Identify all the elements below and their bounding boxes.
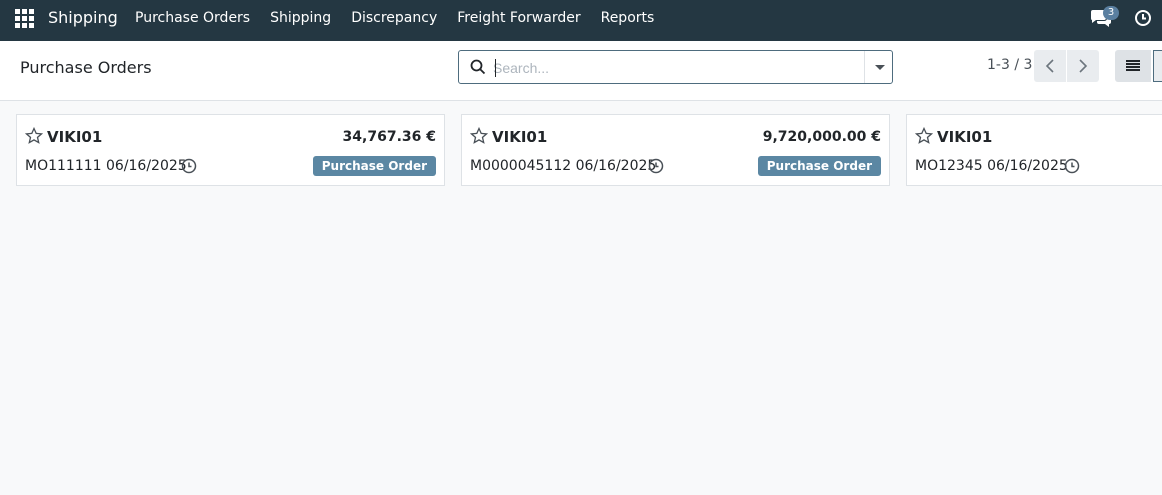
text-cursor [495, 59, 496, 77]
activity-clock-icon[interactable] [181, 158, 197, 174]
card-reference: MO111111 06/16/2025 [25, 158, 187, 174]
card-reference: MO12345 06/16/2025 [915, 158, 1068, 174]
clock-icon[interactable] [1134, 9, 1152, 27]
pager-previous-button[interactable] [1034, 50, 1066, 82]
search-input[interactable] [493, 57, 853, 79]
activity-clock-icon[interactable] [1064, 158, 1080, 174]
apps-grid-icon[interactable] [15, 9, 34, 28]
menu-item-reports[interactable]: Reports [591, 0, 665, 41]
kanban-card[interactable]: VIKI01 MO12345 06/16/2025 [906, 114, 1162, 186]
card-partner: VIKI01 [492, 128, 548, 146]
search-icon [470, 59, 486, 75]
menu-item-purchase-orders[interactable]: Purchase Orders [125, 0, 260, 41]
pager-value[interactable]: 1-3 / 3 [987, 57, 1032, 73]
kanban-view-button[interactable] [1153, 50, 1162, 82]
kanban-card[interactable]: VIKI01 9,720,000.00 € M0000045112 06/16/… [461, 114, 890, 186]
status-badge: Purchase Order [312, 156, 436, 176]
chevron-left-icon [1045, 59, 1054, 73]
card-partner: VIKI01 [47, 128, 103, 146]
list-view-button[interactable] [1115, 50, 1151, 82]
main-menu: Purchase Orders Shipping Discrepancy Fre… [125, 0, 664, 41]
card-amount: 34,767.36 € [342, 129, 436, 145]
chevron-right-icon [1079, 59, 1088, 73]
card-partner: VIKI01 [937, 128, 993, 146]
top-navbar: Shipping Purchase Orders Shipping Discre… [0, 0, 1162, 41]
pager-next-button[interactable] [1067, 50, 1099, 82]
star-icon[interactable] [470, 127, 488, 145]
menu-item-shipping[interactable]: Shipping [260, 0, 341, 41]
status-badge: Purchase Order [757, 156, 881, 176]
activity-clock-icon[interactable] [648, 158, 664, 174]
card-amount: 9,720,000.00 € [762, 129, 881, 145]
search-options-toggle[interactable] [864, 51, 893, 83]
star-icon[interactable] [25, 127, 43, 145]
chat-count-badge: 3 [1103, 6, 1119, 20]
card-reference: M0000045112 06/16/2025 [470, 158, 657, 174]
page-title: Purchase Orders [20, 58, 152, 77]
app-name[interactable]: Shipping [48, 8, 118, 27]
control-panel: Purchase Orders 1-3 / 3 [0, 41, 1162, 101]
search-box[interactable] [458, 50, 893, 84]
list-icon [1126, 60, 1140, 72]
star-icon[interactable] [915, 127, 933, 145]
menu-item-freight-forwarder[interactable]: Freight Forwarder [447, 0, 590, 41]
kanban-card[interactable]: VIKI01 34,767.36 € MO111111 06/16/2025 P… [16, 114, 445, 186]
menu-item-discrepancy[interactable]: Discrepancy [341, 0, 447, 41]
